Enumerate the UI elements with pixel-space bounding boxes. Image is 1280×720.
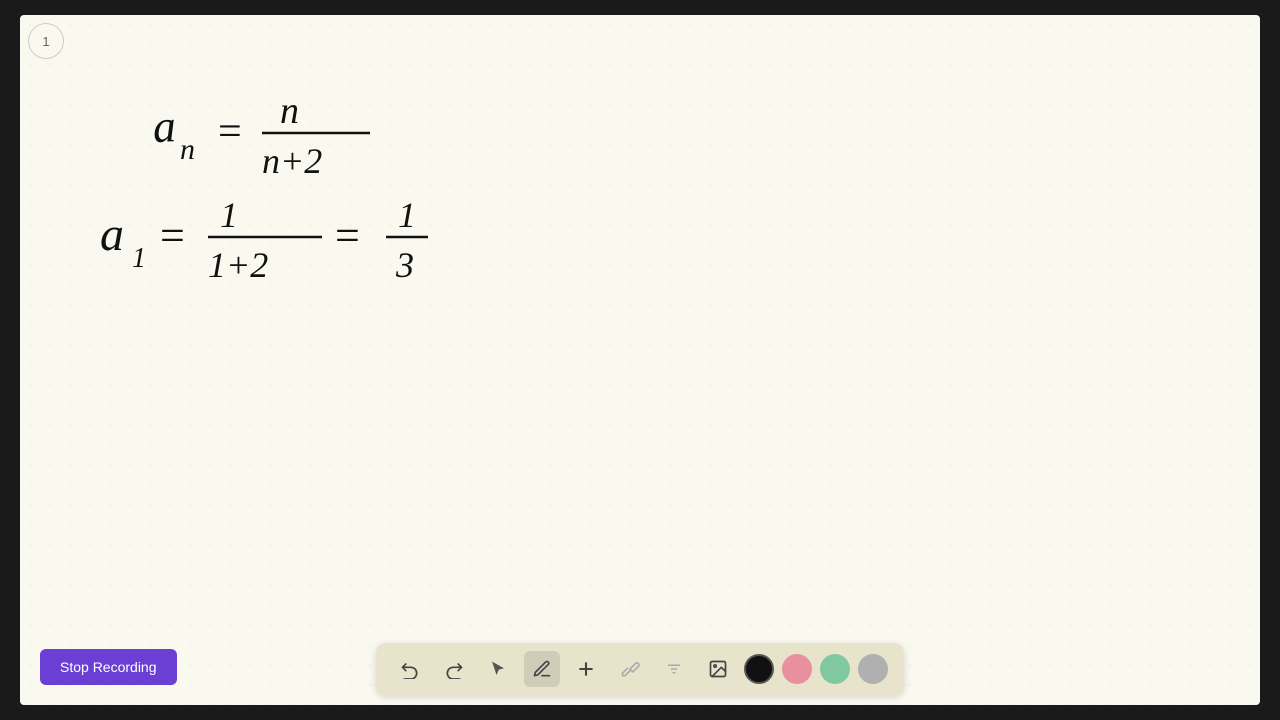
text-tool-button[interactable] [656, 651, 692, 687]
svg-text:n+2: n+2 [262, 141, 322, 181]
select-tool-button[interactable] [480, 651, 516, 687]
svg-text:a: a [100, 208, 124, 261]
add-button[interactable] [568, 651, 604, 687]
svg-text:1: 1 [398, 195, 416, 235]
math-content: a n = n n+2 a 1 = 1 1+2 = [100, 75, 600, 340]
svg-text:=: = [218, 109, 242, 155]
whiteboard-canvas: 1 a n = n n+2 a 1 = 1 [20, 15, 1260, 705]
svg-text:n: n [180, 133, 195, 166]
svg-text:3: 3 [395, 245, 414, 285]
svg-text:1: 1 [132, 243, 146, 274]
svg-text:1: 1 [220, 195, 238, 235]
highlighter-button[interactable] [612, 651, 648, 687]
color-black[interactable] [744, 654, 774, 684]
toolbar [376, 643, 904, 695]
page-number: 1 [28, 23, 64, 59]
color-gray[interactable] [858, 654, 888, 684]
svg-text:n: n [280, 90, 299, 132]
color-green[interactable] [820, 654, 850, 684]
svg-text:=: = [335, 211, 360, 260]
svg-text:1+2: 1+2 [208, 245, 268, 285]
stop-recording-button[interactable]: Stop Recording [40, 649, 177, 685]
image-button[interactable] [700, 651, 736, 687]
svg-text:a: a [151, 100, 177, 152]
color-pink[interactable] [782, 654, 812, 684]
redo-button[interactable] [436, 651, 472, 687]
pen-tool-button[interactable] [524, 651, 560, 687]
svg-text:=: = [160, 211, 185, 260]
undo-button[interactable] [392, 651, 428, 687]
